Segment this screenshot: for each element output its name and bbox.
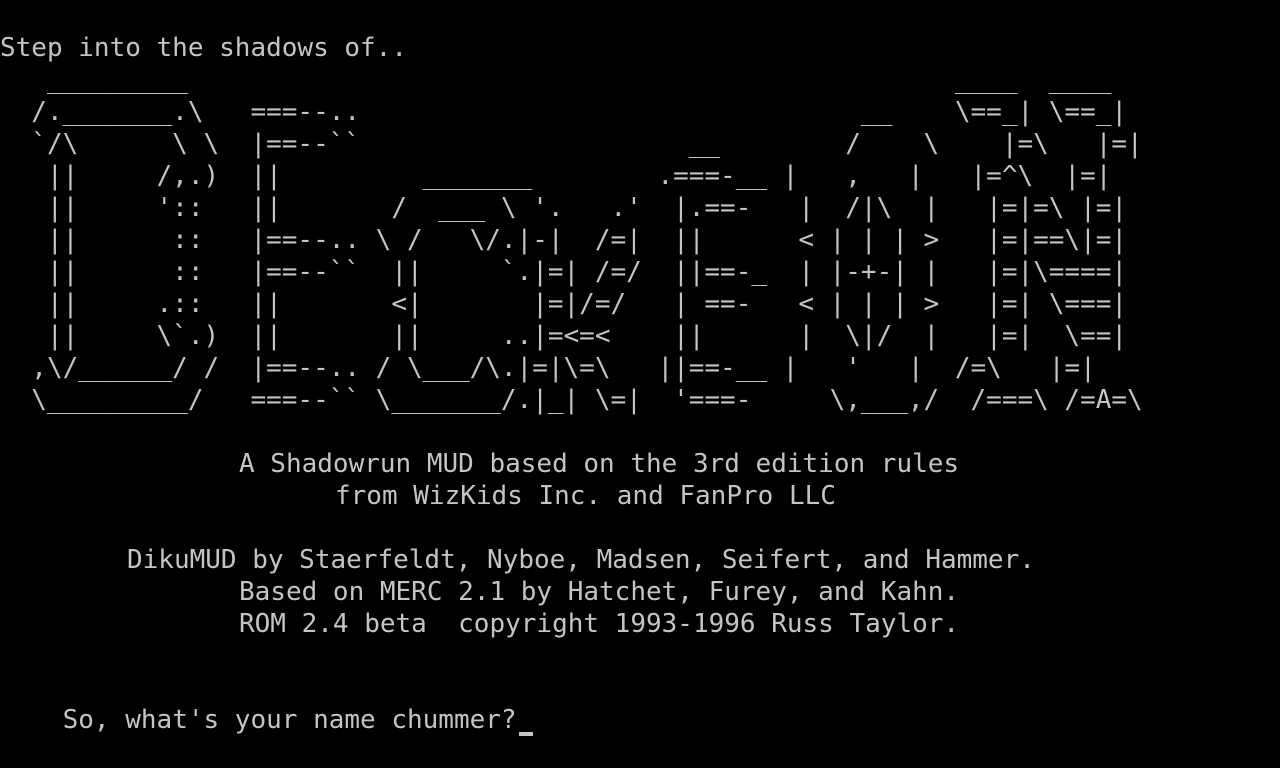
- ascii-art-line: || ':: || / ___ \ '. .' |.==- | /|\ | |=…: [46, 193, 1128, 223]
- ascii-art-line: `/\ \ \ |==--`` __ / \ |=\ |=|: [31, 129, 1143, 159]
- ascii-art-line: \_________/ ===--`` \_______/.|_| \=| '=…: [31, 385, 1143, 415]
- ascii-art-line: /._______.\ ===--.. __ \==_| \==_|: [31, 97, 1128, 127]
- ascii-art-line: _________ ____ ____: [46, 65, 1112, 95]
- credits-line-diku: DikuMUD by Staerfeldt, Nyboe, Madsen, Se…: [127, 545, 1035, 575]
- terminal-window[interactable]: Step into the shadows of.. _________ ___…: [0, 0, 1280, 736]
- ascii-art-line: || /,.) || _______ .===-__ | , | |=^\ |=…: [46, 161, 1112, 191]
- ascii-art-logo: _________ ____ ____ /._______.\ ===--.. …: [0, 64, 1143, 416]
- text-cursor: [518, 732, 533, 736]
- ascii-art-line: || :: |==--.. \ / \/.|-| /=| || < | | | …: [46, 225, 1128, 255]
- ascii-art-line: || :: |==--`` || `.|=| /=/ ||==-_ | |-+-…: [46, 257, 1128, 287]
- credits-line-rom: ROM 2.4 beta copyright 1993-1996 Russ Ta…: [239, 609, 960, 639]
- ascii-art-line: || .:: || <| |=|/=/ | ==- < | | | > |=| …: [46, 289, 1128, 319]
- subtitle-line-2: from WizKids Inc. and FanPro LLC: [335, 481, 836, 511]
- credits-line-merc: Based on MERC 2.1 by Hatchet, Furey, and…: [239, 577, 960, 607]
- ascii-art-line: || \`.) || || ..|=<=< || | \|/ | |=| \==…: [46, 321, 1128, 351]
- subtitle-line-1: A Shadowrun MUD based on the 3rd edition…: [239, 449, 960, 479]
- name-prompt[interactable]: So, what's your name chummer?: [0, 672, 533, 736]
- intro-text: Step into the shadows of..: [0, 33, 407, 63]
- ascii-art-line: ,\/______/ / |==--.. / \___/\.|=|\=\ ||=…: [31, 353, 1096, 383]
- name-prompt-label: So, what's your name chummer?: [62, 705, 517, 735]
